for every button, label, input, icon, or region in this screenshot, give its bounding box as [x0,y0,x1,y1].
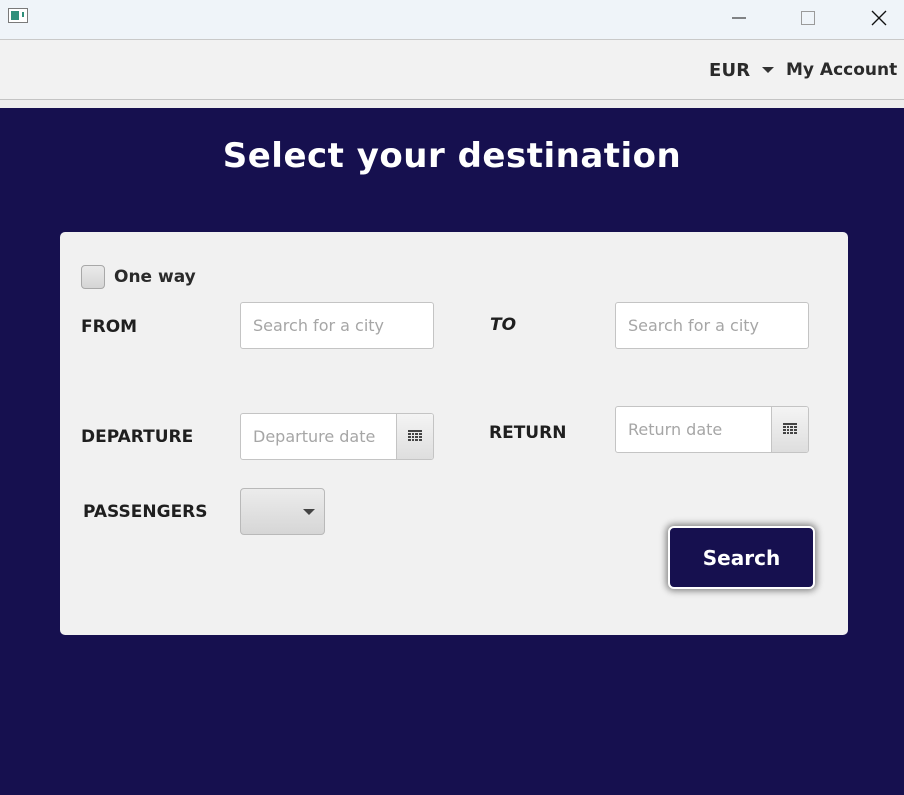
page-title: Select your destination [222,136,682,176]
my-account-link[interactable]: My Account [786,60,897,80]
passengers-label: PASSENGERS [83,502,208,522]
menu-bar-divider [0,100,904,108]
search-button[interactable]: Search [668,526,815,589]
departure-date-picker [240,413,434,460]
window-titlebar [0,0,904,40]
chevron-down-icon [303,509,315,515]
departure-date-input[interactable] [241,414,398,459]
minimize-button[interactable] [716,0,762,36]
calendar-icon [783,423,797,434]
passengers-select[interactable] [240,488,325,535]
departure-label: DEPARTURE [81,427,194,447]
departure-calendar-button[interactable] [396,414,433,459]
return-date-picker [615,406,809,453]
currency-selector[interactable]: EUR [709,60,750,81]
to-city-input[interactable] [615,302,809,349]
return-date-input[interactable] [616,407,773,452]
from-label: FROM [81,317,138,337]
return-label: RETURN [489,423,567,443]
one-way-checkbox[interactable] [81,265,105,289]
to-label: TO [490,315,517,335]
one-way-label: One way [114,267,196,287]
close-button[interactable] [856,0,902,36]
from-city-input[interactable] [240,302,434,349]
minimize-icon [732,17,746,19]
maximize-icon [801,11,815,25]
close-icon [871,10,887,26]
maximize-button[interactable] [785,0,831,36]
app-icon [8,8,28,23]
calendar-icon [408,430,422,441]
chevron-down-icon[interactable] [762,67,774,73]
return-calendar-button[interactable] [771,407,808,452]
